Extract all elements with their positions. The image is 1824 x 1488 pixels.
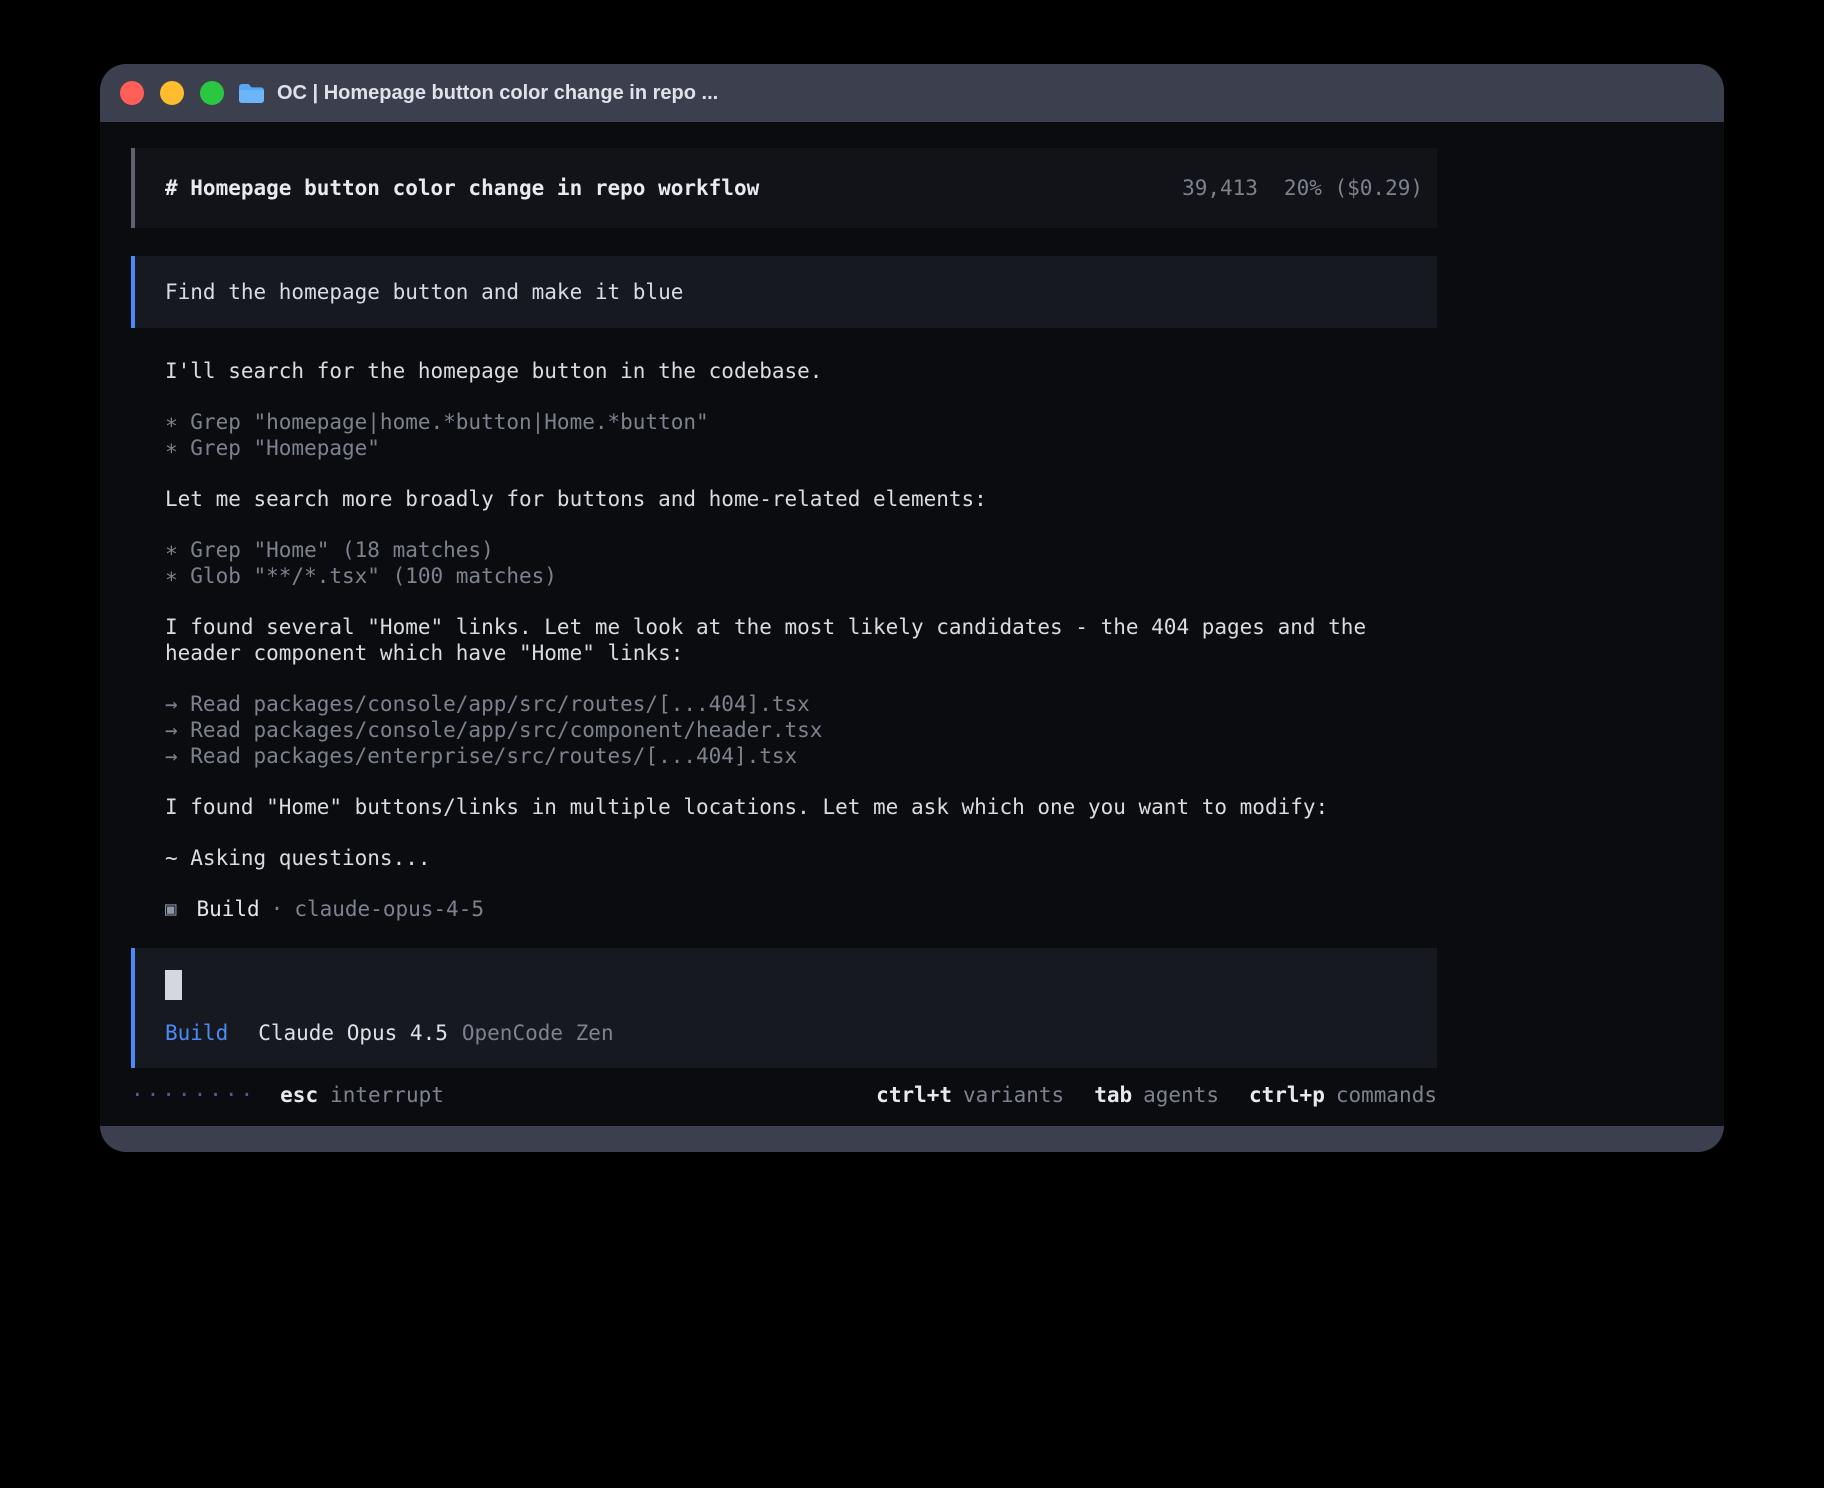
tool-call-group: ∗ Grep "Home" (18 matches) ∗ Glob "**/*.… (165, 537, 1437, 589)
agent-build-icon: ▣ (165, 896, 176, 922)
assistant-transcript: I'll search for the homepage button in t… (131, 358, 1437, 922)
terminal-content: # Homepage button color change in repo w… (100, 122, 1724, 1126)
esc-key-label: interrupt (330, 1082, 444, 1108)
input-agent-label[interactable]: Build (165, 1020, 228, 1046)
tool-call-group: → Read packages/console/app/src/routes/[… (165, 691, 1437, 769)
tool-call-line: → Read packages/enterprise/src/routes/[.… (165, 743, 1437, 769)
folder-icon (238, 82, 265, 104)
tool-call-line: → Read packages/console/app/src/componen… (165, 717, 1437, 743)
status-bar: ········ esc interrupt ctrl+t variants t… (131, 1082, 1437, 1108)
esc-key-hint: esc (280, 1082, 318, 1108)
session-stats: 39,413 20% ($0.29) (1182, 175, 1423, 201)
tool-call-line: ∗ Grep "Home" (18 matches) (165, 537, 1437, 563)
shortcut-label: variants (963, 1082, 1064, 1108)
tool-call-group: ∗ Grep "homepage|home.*button|Home.*butt… (165, 409, 1437, 461)
shortcut-agents: tab agents (1094, 1082, 1219, 1108)
input-footer: Build Claude Opus 4.5 OpenCode Zen (165, 1020, 1437, 1046)
zoom-button[interactable] (200, 81, 224, 105)
terminal-window: OC | Homepage button color change in rep… (100, 64, 1724, 1152)
agent-name: Build (196, 896, 259, 922)
window-title: OC | Homepage button color change in rep… (277, 82, 718, 105)
shortcut-key: ctrl+t (876, 1082, 952, 1108)
tool-call-line: → Read packages/console/app/src/routes/[… (165, 691, 1437, 717)
shortcut-commands: ctrl+p commands (1249, 1082, 1437, 1108)
window-titlebar: OC | Homepage button color change in rep… (100, 64, 1724, 122)
agent-separator: · (271, 896, 284, 922)
context-cost: 20% ($0.29) (1284, 175, 1423, 201)
traffic-lights (120, 81, 224, 105)
session-title: # Homepage button color change in repo w… (165, 175, 1182, 201)
token-count: 39,413 (1182, 175, 1258, 201)
user-message: Find the homepage button and make it blu… (131, 256, 1437, 328)
tool-call-line: ∗ Grep "Homepage" (165, 435, 1437, 461)
input-provider-label: OpenCode Zen (462, 1020, 614, 1046)
shortcut-key: ctrl+p (1249, 1082, 1325, 1108)
text-cursor (165, 970, 182, 1000)
shortcut-label: commands (1336, 1082, 1437, 1108)
assistant-message: I'll search for the homepage button in t… (165, 358, 1437, 384)
prompt-input[interactable]: Build Claude Opus 4.5 OpenCode Zen (131, 948, 1437, 1068)
assistant-message: I found "Home" buttons/links in multiple… (165, 794, 1437, 820)
assistant-message: Let me search more broadly for buttons a… (165, 486, 1437, 512)
shortcut-hints: ctrl+t variants tab agents ctrl+p comman… (876, 1082, 1437, 1108)
shortcut-label: agents (1143, 1082, 1219, 1108)
spinner-dots: ········ (131, 1082, 256, 1108)
shortcut-key: tab (1094, 1082, 1132, 1108)
minimize-button[interactable] (160, 81, 184, 105)
session-header: # Homepage button color change in repo w… (131, 148, 1437, 228)
input-model-label[interactable]: Claude Opus 4.5 (258, 1020, 448, 1046)
close-button[interactable] (120, 81, 144, 105)
assistant-message: I found several "Home" links. Let me loo… (165, 614, 1437, 666)
tool-call-line: ∗ Grep "homepage|home.*button|Home.*butt… (165, 409, 1437, 435)
agent-model: claude-opus-4-5 (294, 896, 484, 922)
assistant-status: ~ Asking questions... (165, 845, 1437, 871)
agent-status-line: ▣ Build · claude-opus-4-5 (165, 896, 1437, 922)
user-message-text: Find the homepage button and make it blu… (165, 279, 683, 305)
shortcut-variants: ctrl+t variants (876, 1082, 1064, 1108)
tool-call-line: ∗ Glob "**/*.tsx" (100 matches) (165, 563, 1437, 589)
